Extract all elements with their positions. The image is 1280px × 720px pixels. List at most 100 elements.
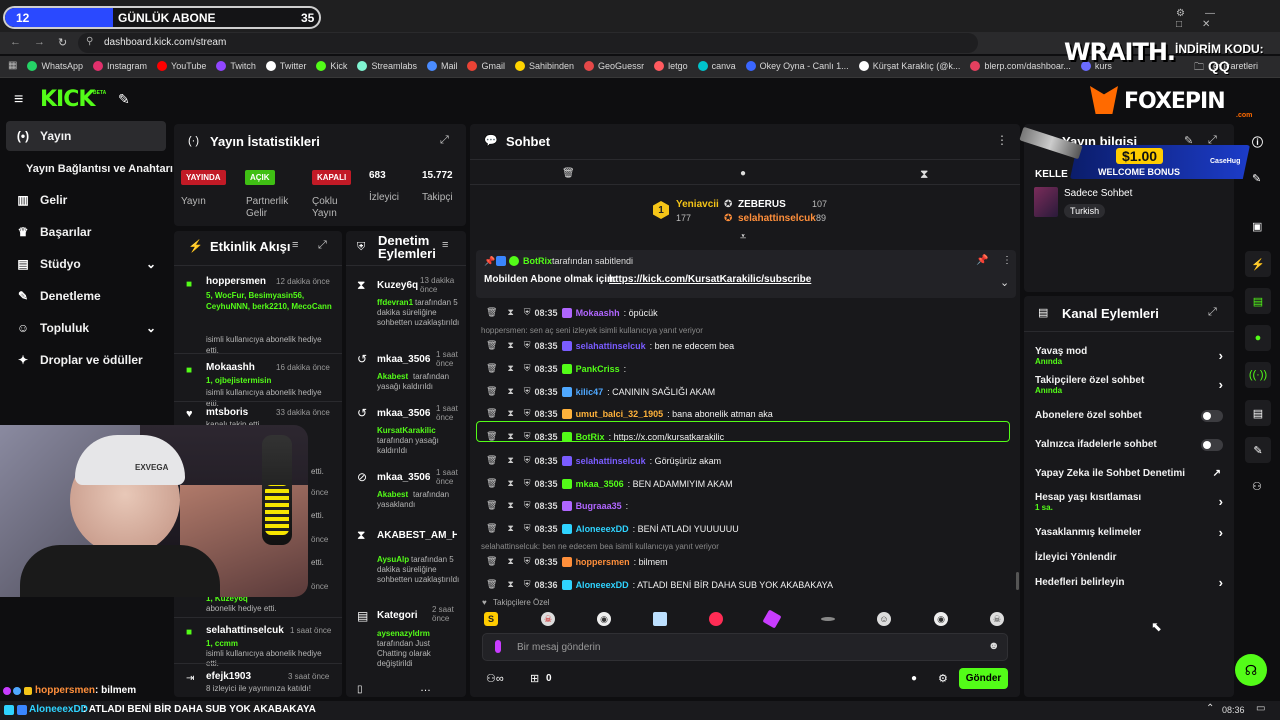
nav-item-basarilar[interactable]: ♛ Başarılar xyxy=(6,217,166,247)
kebab-icon[interactable]: ⋮ xyxy=(996,133,1008,147)
bookmark-item[interactable]: Twitch xyxy=(216,60,256,71)
shield-icon[interactable]: ⛨ xyxy=(524,363,531,374)
shield-icon[interactable]: ⛨ xyxy=(524,455,531,466)
chat-username[interactable]: AloneeexDD xyxy=(576,580,629,590)
bookmark-item[interactable]: Kürşat Karaklıç (@k... xyxy=(858,60,960,71)
delete-icon[interactable]: 🗑 xyxy=(486,340,497,351)
chat-username[interactable]: Bugraaa35 xyxy=(576,501,622,511)
support-button[interactable]: ☊ xyxy=(1235,654,1267,686)
nav-item-denetleme[interactable]: ✎ Denetleme xyxy=(6,281,166,311)
emote-only-toggle[interactable] xyxy=(1201,439,1223,451)
activity-user[interactable]: hoppersmen xyxy=(206,276,266,287)
pinned-link[interactable]: https://kick.com/KursatKarakilic/subscri… xyxy=(609,274,811,285)
chat-input[interactable]: Bir mesaj gönderin ☻ xyxy=(482,633,1008,661)
activity-user[interactable]: Mokaashh xyxy=(206,362,255,373)
activity-user[interactable]: selahattinselcuk xyxy=(206,625,284,636)
pin-icon[interactable]: ✎ xyxy=(118,91,130,108)
emote-picker-icon[interactable] xyxy=(495,640,501,653)
gifter-name[interactable]: ZEBERUS xyxy=(738,199,786,210)
reload-icon[interactable]: ↻ xyxy=(58,36,67,49)
emote-panda2-icon[interactable]: ◉ xyxy=(934,612,948,626)
rail-channel-button[interactable]: ▤ xyxy=(1245,400,1271,426)
timeout-icon[interactable]: ⧗ xyxy=(507,579,513,590)
chat-username[interactable]: AloneeexDD xyxy=(576,524,629,534)
tray-chevron-icon[interactable]: ⌃ xyxy=(1206,703,1214,714)
timeout-icon[interactable]: ⧗ xyxy=(507,455,513,466)
chat-scrollbar[interactable] xyxy=(1016,572,1019,590)
gifter-name[interactable]: Yeniavcii xyxy=(676,199,719,210)
timeout-icon[interactable]: ⧗ xyxy=(507,556,513,567)
emote-panda-icon[interactable]: ◉ xyxy=(597,612,611,626)
trash-icon[interactable]: 🗑 xyxy=(562,168,575,179)
nav-item-topluluk[interactable]: ☺ Topluluk ⌄ xyxy=(6,313,166,343)
bookmark-item[interactable]: Streamlabs xyxy=(357,60,417,71)
mod-user[interactable]: AKABEST_AM_HA xyxy=(377,530,457,541)
points-icon[interactable]: ⚇∞ xyxy=(486,672,504,685)
delete-icon[interactable]: 🗑 xyxy=(486,307,497,318)
send-button[interactable]: Gönder xyxy=(959,668,1008,689)
set-goals-row[interactable]: Hedefleri belirleyin › xyxy=(1035,575,1225,591)
chat-username[interactable]: kilic47 xyxy=(576,387,604,397)
expand-icon[interactable]: ⤢ xyxy=(440,134,449,147)
bookmark-item[interactable]: WhatsApp xyxy=(27,60,83,71)
emote-skull2-icon[interactable]: ☠ xyxy=(990,612,1004,626)
pinned-by[interactable]: BotRix xyxy=(523,256,552,266)
rail-wrench-button[interactable]: ✎ xyxy=(1245,437,1271,463)
community-icon[interactable]: ⚇ xyxy=(1252,480,1262,493)
kebab-icon[interactable]: ⋮ xyxy=(1002,255,1012,266)
emote-gun-icon[interactable] xyxy=(821,617,835,621)
chat-username[interactable]: umut_balci_32_1905 xyxy=(576,409,664,419)
gear-icon[interactable]: ⚙ xyxy=(938,672,948,685)
kick-logo[interactable]: KICK xyxy=(40,87,95,112)
bookmark-item[interactable]: Mail xyxy=(426,60,457,71)
followers-only-row[interactable]: Takipçilere özel sohbet Anında › xyxy=(1035,375,1225,397)
delete-icon[interactable]: 🗑 xyxy=(486,556,497,567)
chat-username[interactable]: selahattinselcuk xyxy=(576,456,646,466)
site-info-icon[interactable]: ⚲ xyxy=(86,36,93,47)
nav-item-droplar[interactable]: ✦ Droplar ve ödüller xyxy=(6,345,166,375)
bookmark-item[interactable]: Okey Oyna - Canlı 1... xyxy=(745,60,849,71)
window-controls[interactable]: ⚙—□✕ xyxy=(1176,8,1280,30)
rail-lightning-button[interactable]: ⚡ xyxy=(1245,251,1271,277)
chat-username[interactable]: hoppersmen xyxy=(576,557,630,567)
chat-username[interactable]: selahattinselcuk xyxy=(576,341,646,351)
forward-icon[interactable]: → xyxy=(34,36,45,48)
delete-icon[interactable]: 🗑 xyxy=(486,500,497,511)
back-icon[interactable]: ← xyxy=(10,36,21,48)
layout-icon[interactable]: ▣ xyxy=(1252,220,1262,233)
slow-mode-row[interactable]: Yavaş mod Anında › xyxy=(1035,346,1225,368)
filter-icon[interactable]: ≡ xyxy=(292,239,298,251)
gift-box-icon[interactable]: ⊞ xyxy=(530,672,539,685)
activity-user[interactable]: mtsboris xyxy=(206,407,248,418)
timeout-icon[interactable]: ⧗ xyxy=(507,500,513,511)
delete-icon[interactable]: 🗑 xyxy=(486,363,497,374)
bookmark-item[interactable]: letgo xyxy=(654,60,688,71)
chat-username[interactable]: Mokaashh xyxy=(576,308,620,318)
host-viewers-row[interactable]: İzleyici Yönlendir xyxy=(1035,552,1225,566)
timeout-icon[interactable]: ⧗ xyxy=(507,386,513,397)
emote-face-icon[interactable]: ☺ xyxy=(877,612,891,626)
rail-broadcast-button[interactable]: ((·)) xyxy=(1245,362,1271,388)
timeout-icon[interactable]: ⧗ xyxy=(507,340,513,351)
delete-icon[interactable]: 🗑 xyxy=(486,386,497,397)
gifter-name[interactable]: selahattinselcuk xyxy=(738,213,816,224)
bookmark-item[interactable]: canva xyxy=(697,60,736,71)
chevron-down-icon[interactable]: ⌄ xyxy=(1000,276,1009,289)
shield-icon[interactable]: ⛨ xyxy=(524,307,531,318)
expand-icon[interactable]: ⤢ xyxy=(1208,306,1217,319)
emote-skull-icon[interactable]: ☠ xyxy=(541,612,555,626)
delete-icon[interactable]: 🗑 xyxy=(486,478,497,489)
shield-icon[interactable]: ⛨ xyxy=(524,340,531,351)
hourglass-icon[interactable]: ⧗ xyxy=(920,167,928,182)
category-thumbnail[interactable] xyxy=(1034,187,1058,217)
bookmark-item[interactable]: Twitter xyxy=(265,60,306,71)
mod-user[interactable]: Kuzey6q xyxy=(377,280,418,291)
shield-icon[interactable]: ⛨ xyxy=(524,579,531,590)
bookmark-item[interactable]: YouTube xyxy=(157,60,206,71)
nav-item-yayin[interactable]: (•) Yayın xyxy=(6,121,166,151)
bookmark-item[interactable]: Instagram xyxy=(92,60,147,71)
mod-user[interactable]: mkaa_3506 xyxy=(377,354,430,365)
unpin-icon[interactable]: 📌 xyxy=(976,255,988,266)
bookmark-item[interactable]: blerp.com/dashboar... xyxy=(970,60,1071,71)
emote-ice-icon[interactable] xyxy=(653,612,667,626)
